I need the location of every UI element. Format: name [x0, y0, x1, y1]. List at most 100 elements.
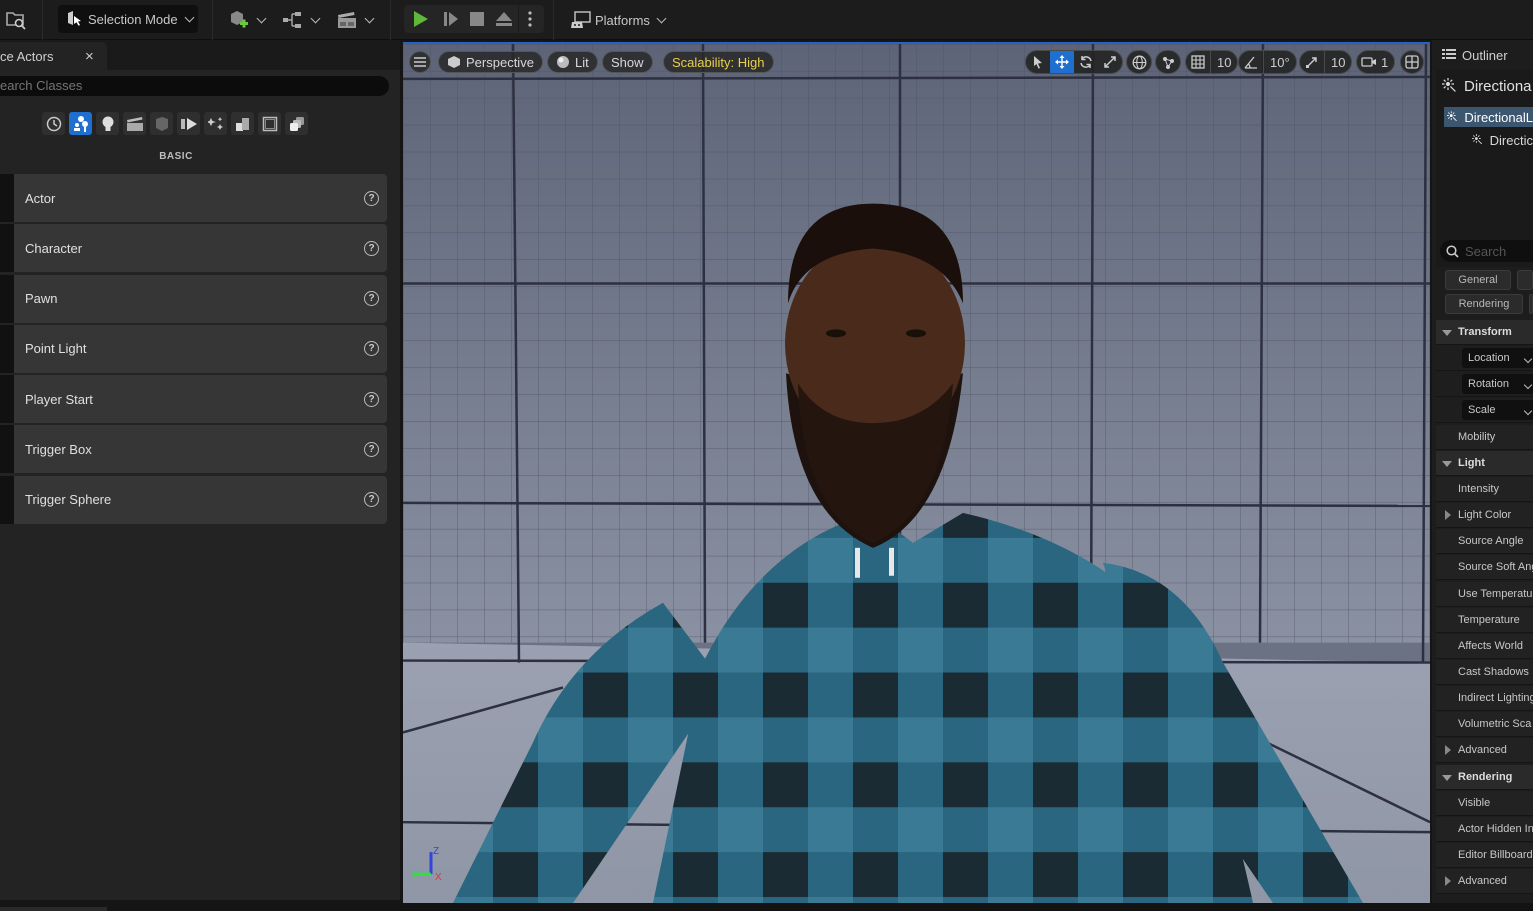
- rotation-snap-toggle[interactable]: [1239, 51, 1263, 73]
- scale-snap-toggle[interactable]: [1300, 51, 1324, 73]
- help-icon[interactable]: ?: [364, 341, 379, 357]
- rotate-tool[interactable]: [1074, 51, 1098, 73]
- scale-snap-icon: [1306, 57, 1317, 68]
- help-icon[interactable]: ?: [364, 291, 379, 307]
- outliner-tab[interactable]: Outliner: [1432, 40, 1533, 70]
- grid-snap-value[interactable]: 10: [1210, 51, 1237, 73]
- category-shapes[interactable]: [258, 112, 281, 135]
- add-actor-dropdown[interactable]: [228, 9, 267, 31]
- transform-dropdown[interactable]: Location: [1462, 348, 1533, 369]
- help-icon[interactable]: ?: [364, 240, 379, 256]
- category-cinematic[interactable]: [123, 112, 146, 135]
- expand-arrow-icon[interactable]: [1442, 774, 1452, 781]
- actor-item-label: Player Start: [25, 391, 93, 407]
- transform-dropdown[interactable]: Scale: [1462, 400, 1533, 421]
- details-tab-next-2[interactable]: [1529, 294, 1533, 314]
- property-label: Cast Shadows: [1458, 665, 1529, 678]
- details-section-header[interactable]: Light: [1436, 450, 1533, 476]
- property-label: Intensity: [1458, 482, 1499, 495]
- outliner-row[interactable]: Directic: [1472, 130, 1533, 150]
- details-property-row[interactable]: Advanced: [1436, 869, 1533, 895]
- eject-icon: [496, 12, 512, 26]
- perspective-button[interactable]: Perspective: [438, 51, 543, 73]
- actor-list-item[interactable]: Point Light?: [0, 324, 387, 373]
- eject-button[interactable]: [490, 5, 518, 33]
- actor-list-item[interactable]: Trigger Box?: [0, 425, 387, 474]
- help-icon[interactable]: ?: [364, 190, 379, 206]
- place-actors-tab-label: ce Actors: [0, 48, 54, 64]
- show-button[interactable]: Show: [602, 51, 653, 73]
- details-tab-next[interactable]: [1517, 270, 1533, 290]
- chevron-down-icon: [1523, 407, 1533, 416]
- details-property-row[interactable]: Scale: [1436, 398, 1533, 424]
- select-tool[interactable]: [1026, 51, 1050, 73]
- cinematics-dropdown[interactable]: [336, 9, 375, 31]
- details-property-row[interactable]: Advanced: [1436, 738, 1533, 764]
- move-arrows-icon: [1055, 55, 1069, 69]
- category-recent[interactable]: [42, 112, 65, 135]
- search-classes-input[interactable]: [0, 76, 389, 96]
- surface-snapping-button[interactable]: [1155, 50, 1181, 74]
- collapse-arrow-icon[interactable]: [1445, 745, 1451, 756]
- details-property-row[interactable]: Light Color: [1436, 503, 1533, 529]
- advance-frame-button[interactable]: [438, 5, 464, 33]
- category-visual-effects[interactable]: [150, 112, 173, 135]
- basic-shapes-icon: [73, 115, 88, 132]
- coordinate-system-button[interactable]: [1126, 50, 1152, 74]
- details-search-input[interactable]: Search: [1440, 240, 1533, 262]
- expand-arrow-icon[interactable]: [1442, 330, 1452, 336]
- actor-list-item[interactable]: Actor?: [0, 174, 387, 222]
- content-browser-button[interactable]: [5, 9, 27, 31]
- actor-list-item[interactable]: Trigger Sphere?: [0, 475, 387, 524]
- grid-snap-toggle[interactable]: [1186, 51, 1210, 73]
- details-section-header[interactable]: Rendering: [1436, 764, 1533, 790]
- outliner-header-item[interactable]: Directiona: [1442, 76, 1533, 96]
- details-tab-general[interactable]: General: [1445, 270, 1511, 290]
- platforms-dropdown[interactable]: Platforms: [571, 10, 667, 30]
- play-button[interactable]: [404, 5, 438, 33]
- details-property-row[interactable]: Location: [1436, 346, 1533, 372]
- scale-tool[interactable]: [1098, 51, 1122, 73]
- help-icon[interactable]: ?: [364, 492, 379, 508]
- actor-list-item[interactable]: Character?: [0, 224, 387, 273]
- expand-arrow-icon[interactable]: [1442, 460, 1452, 467]
- collapse-arrow-icon[interactable]: [1445, 876, 1451, 887]
- transform-dropdown[interactable]: Rotation: [1462, 374, 1533, 395]
- layout-grid-icon: [1405, 55, 1419, 69]
- selection-mode-dropdown[interactable]: Selection Mode: [58, 5, 198, 33]
- drawer-tab[interactable]: [0, 907, 107, 911]
- help-icon[interactable]: ?: [364, 441, 379, 457]
- category-all-classes[interactable]: [231, 112, 254, 135]
- actor-list-item[interactable]: Player Start?: [0, 375, 387, 424]
- stop-button[interactable]: [464, 5, 490, 33]
- viewport-layout-button[interactable]: [1400, 50, 1424, 74]
- content-browser-icon: [6, 12, 26, 30]
- details-section-header[interactable]: Transform: [1436, 320, 1533, 345]
- camera-speed-group[interactable]: 1: [1356, 50, 1396, 74]
- category-lights[interactable]: [96, 112, 119, 135]
- scale-snap-value[interactable]: 10: [1324, 51, 1351, 73]
- actor-item-label: Point Light: [25, 341, 87, 357]
- level-viewport[interactable]: Z Y X Perspective Lit Show Scalability: …: [403, 42, 1430, 903]
- viewport-menu-button[interactable]: [409, 51, 431, 73]
- actor-list-item[interactable]: Pawn?: [0, 274, 387, 323]
- details-property-row[interactable]: Rotation: [1436, 372, 1533, 398]
- category-geometry[interactable]: [177, 112, 200, 135]
- place-actors-tab[interactable]: ce Actors ×: [0, 42, 107, 70]
- blueprint-dropdown[interactable]: [282, 10, 321, 30]
- details-tab-rendering[interactable]: Rendering: [1445, 294, 1523, 314]
- details-property-row: Volumetric Sca: [1436, 712, 1533, 738]
- category-volumes[interactable]: [204, 112, 227, 135]
- outliner-row-selected[interactable]: DirectionalL: [1444, 107, 1533, 127]
- property-label: Use Temperatu: [1458, 587, 1533, 600]
- collapse-arrow-icon[interactable]: [1445, 510, 1451, 521]
- view-mode-button[interactable]: Lit: [547, 51, 598, 73]
- category-placeable[interactable]: [285, 112, 308, 135]
- close-tab-button[interactable]: ×: [85, 48, 94, 65]
- translate-tool[interactable]: [1050, 51, 1074, 73]
- category-basic[interactable]: [69, 112, 92, 135]
- scalability-button[interactable]: Scalability: High: [663, 51, 774, 73]
- help-icon[interactable]: ?: [364, 391, 379, 407]
- more-play-options-button[interactable]: [518, 5, 540, 33]
- rotation-snap-value[interactable]: 10°: [1263, 51, 1296, 73]
